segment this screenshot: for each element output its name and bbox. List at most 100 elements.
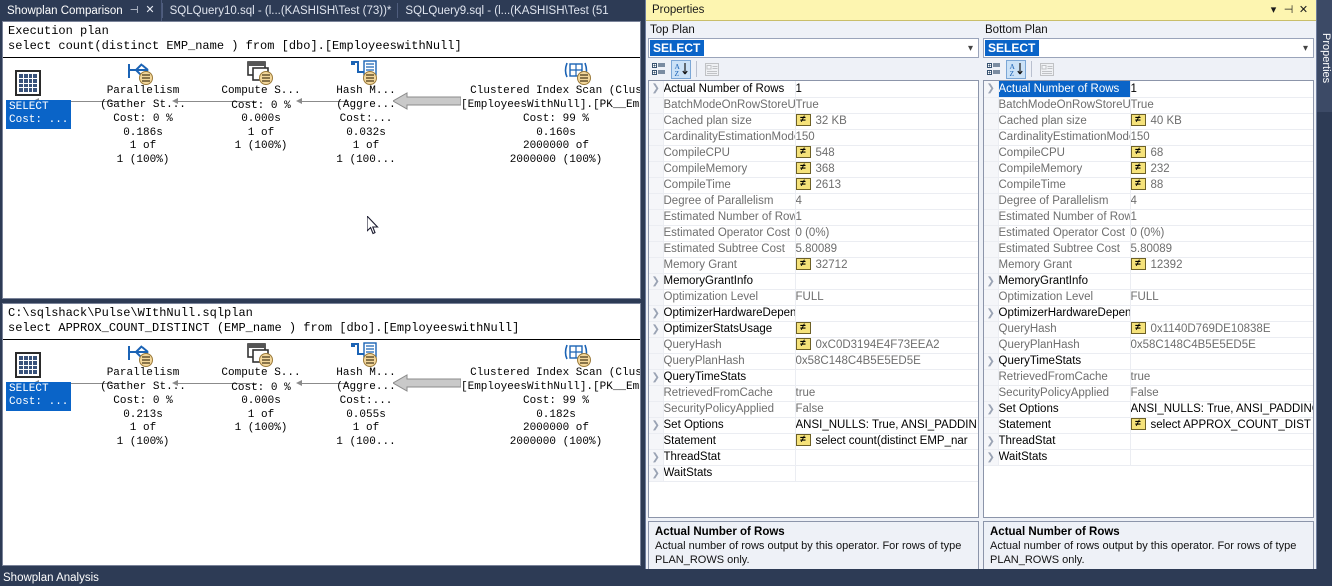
property-row[interactable]: ❯QueryTimeStats bbox=[649, 369, 978, 385]
tab-sqlquery10[interactable]: SQLQuery10.sql - (l...(KASHISH\Test (73)… bbox=[163, 0, 398, 21]
property-row[interactable]: CompileTime≠88 bbox=[984, 177, 1313, 193]
property-value[interactable]: 150 bbox=[1130, 129, 1313, 145]
property-row[interactable]: RetrievedFromCachetrue bbox=[984, 369, 1313, 385]
property-value[interactable]: True bbox=[795, 97, 978, 113]
expand-chevron-icon[interactable]: ❯ bbox=[649, 449, 663, 465]
property-value[interactable] bbox=[1130, 305, 1313, 321]
expand-chevron-icon[interactable]: ❯ bbox=[984, 449, 998, 465]
property-value[interactable] bbox=[795, 369, 978, 385]
select-result-icon[interactable] bbox=[15, 352, 41, 378]
property-row[interactable]: ❯QueryTimeStats bbox=[984, 353, 1313, 369]
property-row[interactable]: Statement≠select APPROX_COUNT_DIST bbox=[984, 417, 1313, 433]
compute-scalar-icon[interactable] bbox=[246, 342, 276, 368]
property-row[interactable]: CardinalityEstimationModeN150 bbox=[984, 129, 1313, 145]
tab-sqlquery9[interactable]: SQLQuery9.sql - (l...(KASHISH\Test (51 bbox=[398, 0, 614, 21]
expand-chevron-icon[interactable]: ❯ bbox=[649, 465, 663, 481]
clustered-index-scan-icon[interactable] bbox=[563, 342, 593, 368]
property-row[interactable]: SecurityPolicyAppliedFalse bbox=[649, 401, 978, 417]
categorized-button[interactable] bbox=[649, 60, 669, 79]
property-value[interactable]: 1 bbox=[795, 209, 978, 225]
property-pages-button[interactable] bbox=[702, 60, 722, 79]
expand-chevron-icon[interactable]: ❯ bbox=[649, 369, 663, 385]
select-node-badge[interactable]: SELECT Cost: ... bbox=[6, 100, 71, 129]
expand-chevron-icon[interactable]: ❯ bbox=[649, 321, 663, 337]
property-value[interactable]: ≠ bbox=[795, 321, 978, 337]
expand-chevron-icon[interactable]: ❯ bbox=[649, 81, 663, 97]
expand-chevron-icon[interactable]: ❯ bbox=[984, 433, 998, 449]
property-row[interactable]: CompileCPU≠548 bbox=[649, 145, 978, 161]
property-row[interactable]: Estimated Number of Row1 bbox=[649, 209, 978, 225]
property-row[interactable]: CompileMemory≠232 bbox=[984, 161, 1313, 177]
property-value[interactable] bbox=[795, 305, 978, 321]
property-value[interactable]: ≠2613 bbox=[795, 177, 978, 193]
operator-compute-scalar[interactable]: Compute S... Cost: 0 % 0.000s 1 of 1 (10… bbox=[205, 367, 317, 436]
property-row[interactable]: ❯Actual Number of Rows1 bbox=[984, 81, 1313, 97]
property-row[interactable]: ❯Actual Number of Rows1 bbox=[649, 81, 978, 97]
pin-icon[interactable]: ⊣ bbox=[1281, 5, 1296, 16]
property-value[interactable] bbox=[1130, 353, 1313, 369]
close-icon[interactable]: ✕ bbox=[1296, 5, 1311, 16]
property-value[interactable] bbox=[1130, 433, 1313, 449]
property-row[interactable]: QueryHash≠0x1140D769DE10838E bbox=[984, 321, 1313, 337]
alphabetical-button[interactable]: A Z bbox=[1006, 60, 1026, 79]
property-value[interactable]: False bbox=[795, 401, 978, 417]
compute-scalar-icon[interactable] bbox=[246, 60, 276, 86]
property-row[interactable]: CompileCPU≠68 bbox=[984, 145, 1313, 161]
property-row[interactable]: QueryHash≠0xC0D3194E4F73EEA2 bbox=[649, 337, 978, 353]
docked-tab-properties[interactable]: Properties bbox=[1317, 0, 1332, 112]
parallelism-icon[interactable] bbox=[126, 60, 156, 86]
property-value[interactable]: ≠548 bbox=[795, 145, 978, 161]
property-value[interactable]: ≠12392 bbox=[1130, 257, 1313, 273]
clustered-index-scan-icon[interactable] bbox=[563, 60, 593, 86]
property-value[interactable]: ≠68 bbox=[1130, 145, 1313, 161]
property-row[interactable]: CompileMemory≠368 bbox=[649, 161, 978, 177]
property-value[interactable]: 0x58C148C4B5E5ED5E bbox=[795, 353, 978, 369]
bottom-plan-pane[interactable]: C:\sqlshack\Pulse\WIthNull.sqlplan selec… bbox=[2, 303, 641, 566]
property-row[interactable]: RetrievedFromCachetrue bbox=[649, 385, 978, 401]
operator-clustered-index-scan[interactable]: Clustered Index Scan (Clus [EmployeesWit… bbox=[461, 367, 641, 449]
property-row[interactable]: Memory Grant≠12392 bbox=[984, 257, 1313, 273]
property-row[interactable]: Degree of Parallelism4 bbox=[984, 193, 1313, 209]
property-value[interactable]: ≠0xC0D3194E4F73EEA2 bbox=[795, 337, 978, 353]
property-row[interactable]: Memory Grant≠32712 bbox=[649, 257, 978, 273]
property-row[interactable]: ❯WaitStats bbox=[984, 449, 1313, 465]
property-value[interactable]: 1 bbox=[795, 81, 978, 97]
properties-title-bar[interactable]: Properties ▾ ⊣ ✕ bbox=[646, 0, 1316, 21]
bottom-plan-combo[interactable]: SELECT ▾ bbox=[983, 38, 1314, 58]
top-plan-property-grid[interactable]: ❯Actual Number of Rows1BatchModeOnRowSto… bbox=[648, 80, 979, 518]
expand-chevron-icon[interactable]: ❯ bbox=[984, 81, 998, 97]
property-value[interactable]: ANSI_NULLS: True, ANSI_PADDING bbox=[1130, 401, 1313, 417]
property-row[interactable]: Estimated Subtree Cost5.80089 bbox=[649, 241, 978, 257]
property-value[interactable]: ≠select count(distinct EMP_nar bbox=[795, 433, 978, 449]
property-row[interactable]: Estimated Number of Rows1 bbox=[984, 209, 1313, 225]
property-row[interactable]: QueryPlanHash0x58C148C4B5E5ED5E bbox=[984, 337, 1313, 353]
property-row[interactable]: ❯Set OptionsANSI_NULLS: True, ANSI_PADDI… bbox=[984, 401, 1313, 417]
property-value[interactable]: 1 bbox=[1130, 209, 1313, 225]
expand-chevron-icon[interactable]: ❯ bbox=[984, 273, 998, 289]
expand-chevron-icon[interactable]: ❯ bbox=[649, 273, 663, 289]
property-row[interactable]: Cached plan size≠40 KB bbox=[984, 113, 1313, 129]
property-value[interactable]: ANSI_NULLS: True, ANSI_PADDIN bbox=[795, 417, 978, 433]
top-plan-canvas[interactable]: SELECT Cost: ... Parallelism (Gather St.… bbox=[3, 58, 640, 299]
operator-clustered-index-scan[interactable]: Clustered Index Scan (Clus [EmployeesWit… bbox=[461, 85, 641, 167]
property-value[interactable]: FULL bbox=[1130, 289, 1313, 305]
property-value[interactable] bbox=[795, 273, 978, 289]
property-row[interactable]: Estimated Operator Cost0 (0%) bbox=[984, 225, 1313, 241]
property-value[interactable]: 4 bbox=[1130, 193, 1313, 209]
property-row[interactable]: CardinalityEstimationMode150 bbox=[649, 129, 978, 145]
bottom-plan-canvas[interactable]: SELECT Cost: ... Parallelism (Gather St.… bbox=[3, 340, 640, 566]
top-plan-combo[interactable]: SELECT ▾ bbox=[648, 38, 979, 58]
tab-showplan-comparison[interactable]: Showplan Comparison ⊣ ✕ bbox=[0, 0, 162, 21]
operator-parallelism[interactable]: Parallelism (Gather St... Cost: 0 % 0.18… bbox=[83, 85, 203, 167]
expand-chevron-icon[interactable]: ❯ bbox=[649, 417, 663, 433]
expand-chevron-icon[interactable]: ❯ bbox=[649, 305, 663, 321]
pin-icon[interactable]: ⊣ bbox=[130, 6, 139, 16]
parallelism-icon[interactable] bbox=[126, 342, 156, 368]
property-value[interactable]: ≠select APPROX_COUNT_DIST bbox=[1130, 417, 1313, 433]
property-row[interactable]: ❯OptimizerHardwareDepen bbox=[649, 305, 978, 321]
property-row[interactable]: QueryPlanHash0x58C148C4B5E5ED5E bbox=[649, 353, 978, 369]
property-value[interactable]: 0 (0%) bbox=[795, 225, 978, 241]
property-row[interactable]: Estimated Subtree Cost5.80089 bbox=[984, 241, 1313, 257]
property-row[interactable]: ❯OptimizerHardwareDepend bbox=[984, 305, 1313, 321]
property-value[interactable] bbox=[795, 465, 978, 481]
